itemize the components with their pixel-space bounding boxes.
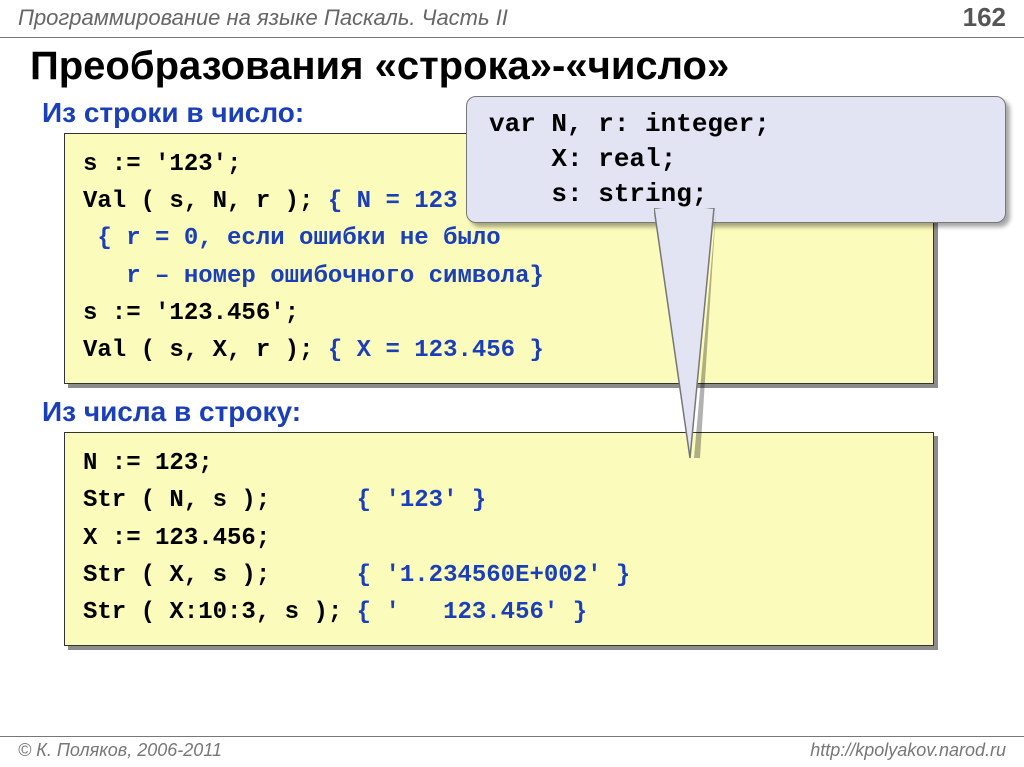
section2-heading: Из числа в строку: bbox=[42, 396, 1024, 428]
callout-bubble: var N, r: integer; X: real; s: string; bbox=[466, 96, 1006, 223]
code-comment: { '123' } bbox=[357, 487, 487, 514]
code-line: s := '123.456'; bbox=[83, 300, 299, 327]
code-line: Str ( N, s ); bbox=[83, 487, 357, 514]
code-line: Val ( s, N, r ); bbox=[83, 188, 328, 215]
code-line: Str ( X:10:3, s ); bbox=[83, 599, 357, 626]
code-comment: { ' 123.456' } bbox=[357, 599, 587, 626]
code-comment: { r = 0, если ошибки не было bbox=[83, 225, 501, 252]
code-box-number-to-string: N := 123; Str ( N, s ); { '123' } X := 1… bbox=[64, 432, 934, 646]
breadcrumb: Программирование на языке Паскаль. Часть… bbox=[18, 5, 508, 31]
var-line: X: real; bbox=[489, 144, 676, 174]
copyright: © К. Поляков, 2006-2011 bbox=[18, 740, 222, 761]
var-line: s: string; bbox=[489, 179, 707, 209]
footer-url: http://kpolyakov.narod.ru bbox=[810, 740, 1006, 761]
code-comment: { N = 123 } bbox=[328, 188, 486, 215]
code-line: N := 123; bbox=[83, 450, 213, 477]
code-line: Val ( s, X, r ); bbox=[83, 337, 328, 364]
header-bar: Программирование на языке Паскаль. Часть… bbox=[0, 0, 1024, 38]
var-line: var N, r: integer; bbox=[489, 109, 770, 139]
footer-bar: © К. Поляков, 2006-2011 http://kpolyakov… bbox=[0, 736, 1024, 767]
code-line: Str ( X, s ); bbox=[83, 562, 357, 589]
code-comment: { X = 123.456 } bbox=[328, 337, 544, 364]
code-comment: { '1.234560E+002' } bbox=[357, 562, 631, 589]
page-title: Преобразования «строка»-«число» bbox=[30, 44, 1024, 89]
code-line: X := 123.456; bbox=[83, 525, 270, 552]
code-line: s := '123'; bbox=[83, 151, 241, 178]
code-comment: r – номер ошибочного символа} bbox=[83, 263, 544, 290]
variable-declaration-callout: var N, r: integer; X: real; s: string; bbox=[466, 96, 1006, 223]
page-number: 162 bbox=[963, 2, 1006, 33]
